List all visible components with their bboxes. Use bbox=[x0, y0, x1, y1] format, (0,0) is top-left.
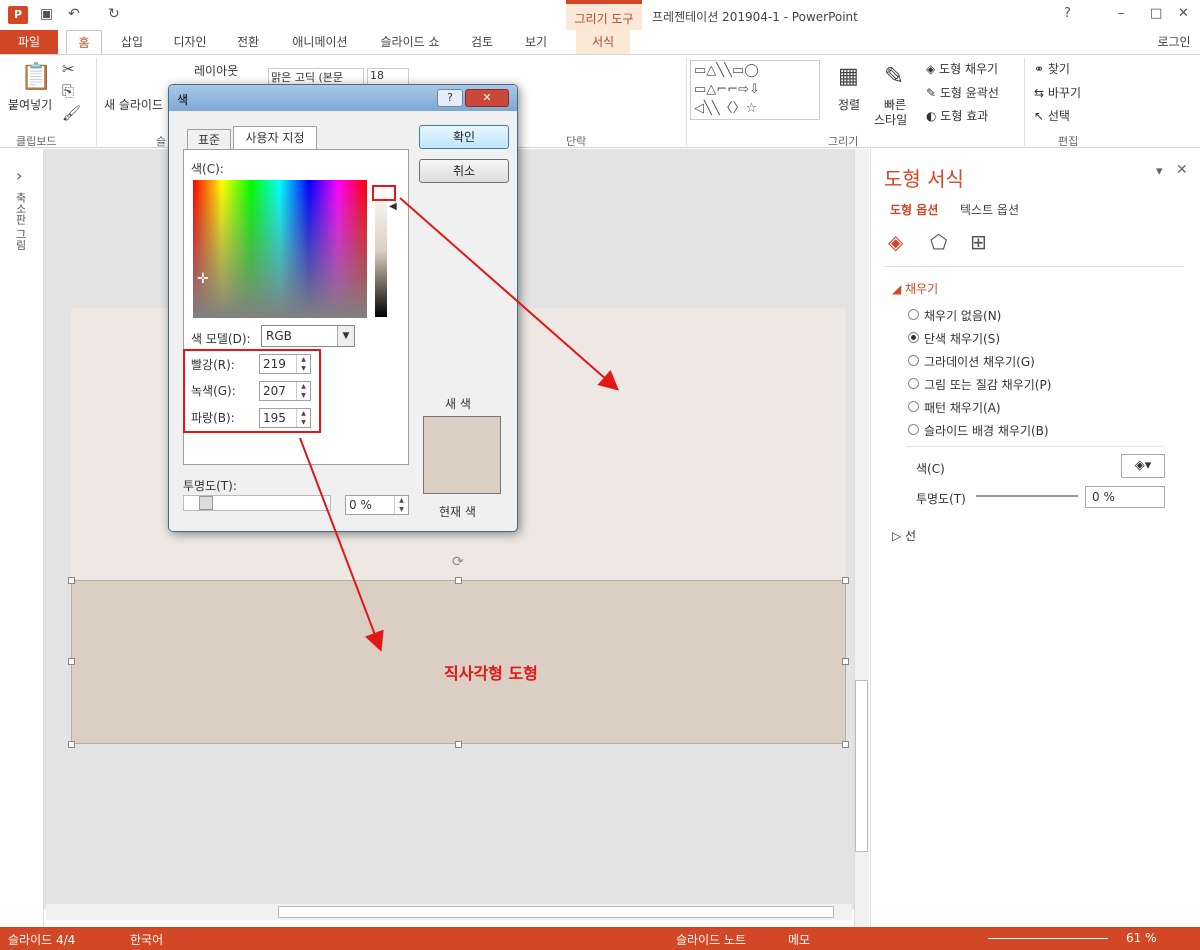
annotation-arrows bbox=[299, 197, 620, 652]
arrow-to-canvas bbox=[399, 197, 620, 391]
arrow-to-rectangle bbox=[299, 437, 384, 652]
